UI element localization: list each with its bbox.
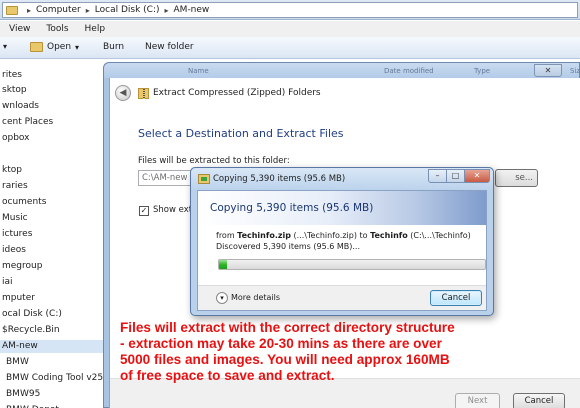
browse-button[interactable]: se... bbox=[495, 169, 538, 187]
more-details-toggle[interactable]: More details bbox=[231, 293, 280, 302]
nav-item[interactable]: ocal Disk (C:) bbox=[0, 308, 103, 321]
extract-cancel-button[interactable]: Cancel bbox=[513, 393, 565, 408]
open-label: Open bbox=[47, 42, 72, 52]
maximize-icon: □ bbox=[451, 171, 460, 180]
nav-item[interactable]: BMW bbox=[0, 356, 103, 369]
command-bar: ▾ Open ▾ Burn New folder bbox=[0, 37, 580, 59]
nav-item[interactable]: ktop bbox=[0, 164, 103, 177]
extract-wizard-close-button[interactable]: ✕ bbox=[534, 64, 562, 77]
breadcrumb-local-disk[interactable]: Local Disk (C:) bbox=[95, 5, 160, 15]
copy-progress-bar bbox=[218, 259, 486, 270]
annotation-line: 5000 files and images. You will need app… bbox=[120, 352, 450, 367]
close-icon: ✕ bbox=[473, 171, 481, 180]
copy-dialog-content: Copying 5,390 items (95.6 MB) from Techi… bbox=[197, 190, 487, 311]
new-folder-button[interactable]: New folder bbox=[145, 42, 194, 52]
nav-item[interactable]: mputer bbox=[0, 292, 103, 305]
burn-button[interactable]: Burn bbox=[103, 42, 124, 52]
from-prefix: from bbox=[216, 231, 238, 240]
column-headers: Name Date modified Type Size bbox=[104, 63, 580, 78]
copy-source-destination: from Techinfo.zip (...\Techinfo.zip) to … bbox=[216, 231, 471, 240]
nav-item[interactable]: rites bbox=[0, 69, 103, 82]
back-button[interactable]: ◀ bbox=[115, 85, 131, 101]
nav-item[interactable]: BMW-Depot bbox=[0, 404, 103, 408]
nav-item[interactable]: BMW95 bbox=[0, 388, 103, 401]
menu-help[interactable]: Help bbox=[85, 24, 106, 34]
annotation-line: of free space to save and extract. bbox=[120, 368, 335, 383]
extract-wizard-title: Extract Compressed (Zipped) Folders bbox=[153, 88, 321, 98]
zip-folder-icon bbox=[138, 88, 149, 99]
copy-cancel-button[interactable]: Cancel bbox=[430, 290, 482, 306]
instruction-annotation: Files will extract with the correct dire… bbox=[120, 320, 520, 384]
extract-wizard-titlebar[interactable]: Name Date modified Type Size ✕ bbox=[104, 63, 580, 78]
copy-folder-icon bbox=[198, 174, 210, 184]
show-extracted-checkbox[interactable]: ✓ bbox=[139, 206, 149, 216]
minimize-button[interactable]: – bbox=[428, 169, 447, 183]
nav-item[interactable]: wnloads bbox=[0, 100, 103, 113]
nav-item[interactable]: AM-new bbox=[0, 340, 103, 353]
copy-dialog-titlebar[interactable]: Copying 5,390 items (95.6 MB) – □ ✕ bbox=[191, 168, 493, 190]
copy-dialog-close-button[interactable]: ✕ bbox=[464, 169, 490, 183]
nav-item[interactable]: ictures bbox=[0, 228, 103, 241]
maximize-button[interactable]: □ bbox=[446, 169, 465, 183]
discovered-status: Discovered 5,390 items (95.6 MB)... bbox=[216, 242, 361, 251]
nav-item[interactable]: BMW Coding Tool v250 bbox=[0, 372, 103, 385]
breadcrumb-computer[interactable]: Computer bbox=[36, 5, 81, 15]
chevron-down-circle-icon[interactable]: ▾ bbox=[216, 292, 228, 304]
nav-item[interactable]: ideos bbox=[0, 244, 103, 257]
arrow-left-icon: ◀ bbox=[119, 88, 127, 98]
close-icon: ✕ bbox=[544, 66, 552, 75]
nav-item[interactable]: opbox bbox=[0, 132, 103, 145]
source-path: (...\Techinfo.zip) to bbox=[291, 231, 371, 240]
copy-progress-dialog: Copying 5,390 items (95.6 MB) – □ ✕ Copy… bbox=[190, 167, 494, 316]
chevron-down-icon[interactable]: ▾ bbox=[3, 42, 7, 51]
copy-dialog-banner: Copying 5,390 items (95.6 MB) bbox=[198, 191, 486, 225]
copy-progress-fill bbox=[219, 260, 227, 269]
nav-item[interactable]: cent Places bbox=[0, 116, 103, 129]
annotation-line: - extraction may take 20-30 mins as ther… bbox=[120, 336, 442, 351]
nav-item[interactable]: ocuments bbox=[0, 196, 103, 209]
open-button[interactable]: Open ▾ bbox=[30, 42, 79, 52]
destination-path: (C:\...\Techinfo) bbox=[407, 231, 471, 240]
extract-wizard-header: ◀ Extract Compressed (Zipped) Folders bbox=[110, 78, 580, 106]
checkmark-icon: ✓ bbox=[140, 206, 148, 215]
nav-item[interactable]: Music bbox=[0, 212, 103, 225]
copy-dialog-banner-text: Copying 5,390 items (95.6 MB) bbox=[210, 202, 374, 214]
copy-dialog-footer: ▾ More details Cancel bbox=[198, 285, 486, 310]
folder-open-icon bbox=[30, 42, 43, 52]
nav-item[interactable]: raries bbox=[0, 180, 103, 193]
menu-bar: View Tools Help bbox=[0, 21, 580, 37]
chevron-down-icon: ▾ bbox=[75, 42, 80, 52]
column-header-type: Type bbox=[474, 67, 491, 75]
nav-item[interactable]: $Recycle.Bin bbox=[0, 324, 103, 337]
extract-wizard-heading: Select a Destination and Extract Files bbox=[138, 127, 344, 140]
nav-item[interactable]: megroup bbox=[0, 260, 103, 273]
column-header-name: Name bbox=[188, 67, 209, 75]
breadcrumb-am-new[interactable]: AM-new bbox=[174, 5, 210, 15]
folder-icon bbox=[6, 5, 18, 15]
nav-item[interactable]: sktop bbox=[0, 84, 103, 97]
chevron-right-icon: ▸ bbox=[27, 5, 32, 15]
chevron-right-icon[interactable]: ▸ bbox=[165, 6, 169, 15]
address-bar: ▸ Computer ▸ Local Disk (C:) ▸ AM-new bbox=[0, 0, 580, 20]
column-header-size: Size bbox=[570, 67, 580, 75]
destination-folder-link[interactable]: Techinfo bbox=[370, 231, 408, 240]
minimize-icon: – bbox=[435, 171, 440, 180]
address-box[interactable]: ▸ Computer ▸ Local Disk (C:) ▸ AM-new bbox=[2, 2, 578, 18]
menu-tools[interactable]: Tools bbox=[46, 24, 68, 34]
copy-dialog-title: Copying 5,390 items (95.6 MB) bbox=[213, 174, 346, 184]
menu-view[interactable]: View bbox=[9, 24, 30, 34]
column-header-date: Date modified bbox=[384, 67, 434, 75]
navigation-pane: rites sktop wnloads cent Places opbox ktop rar… bbox=[0, 60, 103, 408]
annotation-line: Files will extract with the correct dire… bbox=[120, 320, 455, 335]
next-button[interactable]: Next bbox=[455, 393, 500, 408]
nav-item[interactable]: iai bbox=[0, 276, 103, 289]
chevron-right-icon[interactable]: ▸ bbox=[86, 6, 90, 15]
destination-label: Files will be extracted to this folder: bbox=[138, 156, 290, 166]
source-file-link[interactable]: Techinfo.zip bbox=[237, 231, 291, 240]
